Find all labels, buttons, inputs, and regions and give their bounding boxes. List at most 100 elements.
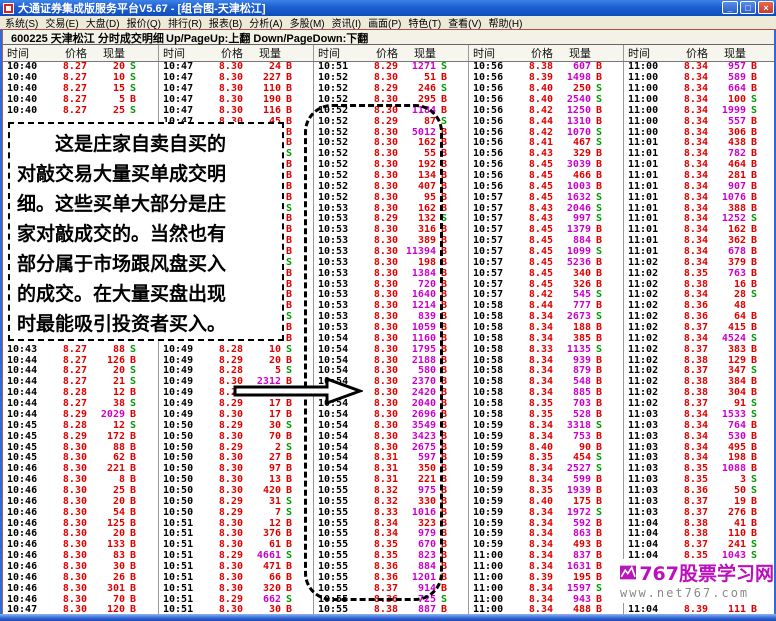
time-cell: 11:02 [628,312,666,322]
flag-cell: B [591,62,607,72]
minimize-button[interactable]: _ [722,1,738,14]
price-cell: 8.34 [666,410,708,420]
price-cell: 8.29 [45,432,87,442]
time-cell: 11:00 [473,605,511,615]
table-row: 10:458.2812S [3,420,158,431]
price-cell: 8.30 [201,410,243,420]
table-row: 10:578.45884B [469,236,623,247]
price-cell: 8.34 [666,193,708,203]
menu-item-feature[interactable]: 特色(T) [408,15,441,30]
volume-cell: 753 [553,432,591,442]
flag-cell: B [125,595,141,605]
app-icon [3,3,14,14]
price-cell: 8.38 [666,356,708,366]
table-row: 10:568.38607B [469,62,623,73]
price-cell: 8.30 [201,486,243,496]
title-bar[interactable]: 大通证券集成版服务平台V5.67 - [组合图-天津松江] _ □ × [0,0,776,16]
volume-cell: 1631 [553,562,591,572]
menu-item-news[interactable]: 资讯(I) [332,15,361,30]
volume-cell: 454 [553,453,591,463]
flag-cell: S [436,62,452,72]
price-cell: 8.39 [666,605,708,615]
price-header: 价格 [45,45,87,61]
table-row: 10:408.2725S [3,105,158,116]
time-cell: 10:59 [473,475,511,485]
time-cell: 10:59 [473,443,511,453]
menu-item-quote[interactable]: 报价(Q) [127,15,161,30]
menu-item-help[interactable]: 帮助(H) [489,15,523,30]
time-cell: 11:03 [628,486,666,496]
close-button[interactable]: × [758,1,774,14]
table-row: 11:008.341597S [469,583,623,594]
table-row: 10:518.30320B [159,583,313,594]
time-cell: 11:00 [628,128,666,138]
time-cell: 10:47 [163,73,201,83]
table-row: 11:008.34557B [624,116,774,127]
flag-cell: S [746,106,762,116]
price-cell: 8.34 [666,421,708,431]
menu-item-report[interactable]: 报表(B) [209,15,242,30]
flag-cell: B [746,312,762,322]
volume-cell: 548 [553,377,591,387]
menu-item-rank[interactable]: 排行(R) [168,15,202,30]
table-row: 10:518.30376B [159,529,313,540]
price-cell: 8.39 [511,73,553,83]
volume-cell: 884 [553,236,591,246]
table-row: 11:048.39111B [624,605,774,616]
price-cell: 8.37 [666,540,708,550]
table-row: 10:568.40250S [469,84,623,95]
volume-cell: 125 [87,519,125,529]
flag-cell: B [281,584,297,594]
volume-cell: 116 [243,106,281,116]
restore-button[interactable]: □ [740,1,756,14]
price-cell: 8.37 [666,508,708,518]
menu-item-system[interactable]: 系统(S) [5,15,38,30]
menu-item-multi[interactable]: 多股(M) [290,15,325,30]
volume-cell: 466 [553,171,591,181]
table-row: 11:028.3816B [624,279,774,290]
flag-cell: S [746,540,762,550]
menu-item-view[interactable]: 查看(V) [448,15,481,30]
annotation-box: 这是庄家自卖自买的 对敲交易大量买单成交明 细。这些买单大部分是庄 家对敲成交的… [8,122,284,341]
flag-cell: S [591,138,607,148]
table-row: 10:468.3054B [3,507,158,518]
menu-item-trade[interactable]: 交易(E) [45,15,78,30]
volume-cell: 188 [553,323,591,333]
table-row: 11:038.341533S [624,410,774,421]
time-cell: 11:04 [628,605,666,615]
price-cell: 8.43 [511,214,553,224]
annotation-line: 时最能吸引投资者买入。 [17,309,275,339]
time-cell: 10:46 [7,551,45,561]
time-cell: 11:02 [628,377,666,387]
volume-cell: 763 [708,269,746,279]
flag-cell: B [591,225,607,235]
flag-cell: B [281,573,297,583]
flag-cell: B [746,171,762,181]
volume-cell: 347 [708,366,746,376]
flag-cell: B [746,138,762,148]
flag-cell: S [125,73,141,83]
flag-cell: S [591,84,607,94]
flag-cell: B [281,486,297,496]
column-header-group: 时间 价格 现量 [313,45,468,61]
price-cell: 8.38 [666,377,708,387]
menu-item-market[interactable]: 大盘(D) [86,15,120,30]
time-cell: 10:44 [7,399,45,409]
table-row: 11:018.34678B [624,247,774,258]
flag-cell: B [125,356,141,366]
price-cell: 8.30 [45,551,87,561]
menu-item-screen[interactable]: 画面(P) [368,15,401,30]
menu-item-analyze[interactable]: 分析(A) [249,15,282,30]
price-cell: 8.34 [666,84,708,94]
column-header-group: 时间 价格 现量 [158,45,313,61]
table-row: 10:508.2931S [159,496,313,507]
flag-cell: B [591,388,607,398]
time-cell: 10:49 [163,356,201,366]
flag-cell: B [125,573,141,583]
price-cell: 8.34 [666,453,708,463]
flag-cell: B [746,508,762,518]
table-row: 11:018.34907B [624,181,774,192]
flag-cell: B [281,432,297,442]
table-row: 11:038.3719B [624,496,774,507]
time-cell: 11:03 [628,453,666,463]
